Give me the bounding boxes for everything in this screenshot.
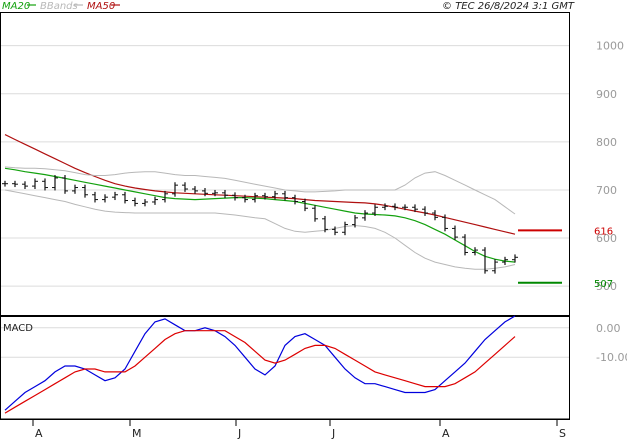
price-bar: [22, 181, 28, 189]
ma50-line: [4, 134, 516, 235]
price-bar: [12, 180, 18, 188]
price-bar: [442, 214, 448, 232]
macd-gridlines: [1, 327, 569, 358]
copyright: © TEC 26/8/2024 3:1 GMT: [442, 1, 575, 12]
price-bar: [302, 198, 308, 212]
price-bar: [2, 180, 8, 187]
price-bar: [282, 190, 288, 201]
price-tick-label: 700: [596, 184, 617, 197]
price-series-group: [4, 134, 516, 270]
macd-tick-labels: 0.00 -10.00: [596, 322, 627, 364]
macd-panel-frame: [0, 316, 570, 420]
macd-series-group: [4, 315, 516, 414]
price-bar: [102, 194, 108, 203]
price-bar: [142, 199, 148, 207]
price-bar: [422, 206, 428, 216]
month-axis: AMJJAS: [1, 418, 569, 440]
bband-lower-line: [4, 189, 516, 270]
price-bar: [222, 189, 228, 199]
price-bar: [472, 247, 478, 256]
legend-ma50-label: MA50: [87, 1, 115, 12]
price-tick-label: 900: [596, 88, 617, 101]
macd-tick-label: -10.00: [596, 351, 627, 364]
price-bar: [92, 191, 98, 203]
month-label: J: [237, 427, 241, 440]
macd-macd-line: [4, 315, 516, 411]
price-bar: [492, 259, 498, 274]
price-bar: [82, 184, 88, 198]
legend-ma20-label: MA20: [2, 1, 30, 12]
marker-label-507: 507: [594, 279, 613, 290]
legend-bbands-label: BBands: [40, 1, 78, 12]
price-bar: [362, 210, 368, 221]
macd-tick-label: 0.00: [596, 322, 621, 335]
stock-chart: 5006007008009001000 0.00-10.00 AMJJAS 61…: [0, 1, 627, 440]
price-bar: [62, 175, 68, 194]
price-bar: [342, 221, 348, 236]
price-tick-labels: 5006007008009001000: [596, 40, 624, 293]
price-bar: [32, 178, 38, 189]
price-bar: [392, 203, 398, 211]
month-label: A: [442, 427, 450, 440]
price-bar: [232, 192, 238, 201]
marker-label-616: 616: [594, 226, 613, 237]
month-label: M: [132, 427, 142, 440]
month-label: J: [331, 427, 335, 440]
price-bar: [322, 215, 328, 233]
price-bar: [42, 178, 48, 191]
price-bar: [312, 205, 318, 222]
price-tick-label: 800: [596, 136, 617, 149]
price-panel-frame: [0, 12, 570, 316]
legend: MA20 BBands MA50: [2, 1, 120, 12]
price-bar: [72, 184, 78, 194]
price-tick-label: 1000: [596, 40, 624, 53]
ma20-line: [4, 167, 516, 263]
month-label: A: [35, 427, 43, 440]
price-bar: [152, 196, 158, 205]
price-bar: [122, 191, 128, 204]
month-label: S: [559, 427, 566, 440]
price-bar: [292, 194, 298, 205]
price-bar: [112, 191, 118, 201]
macd-title: MACD: [3, 323, 33, 334]
price-markers: 616 507: [518, 226, 613, 290]
price-bar: [132, 197, 138, 207]
